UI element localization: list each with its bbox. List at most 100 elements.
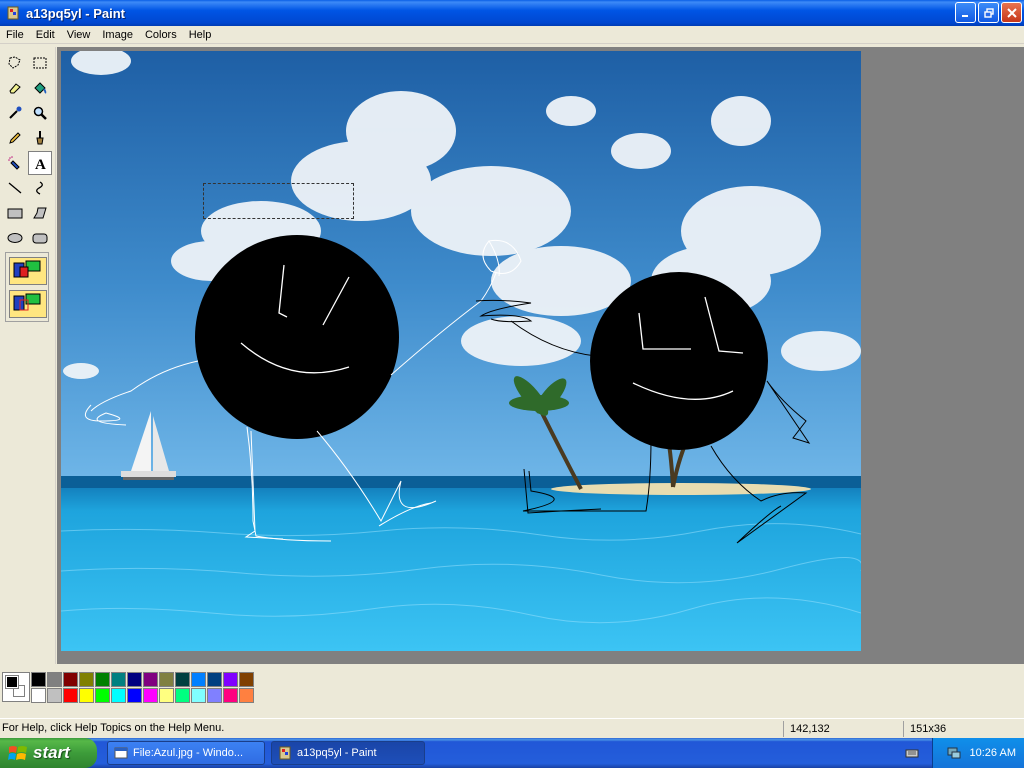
- color-swatch[interactable]: [191, 672, 206, 687]
- current-colors[interactable]: [2, 672, 30, 702]
- color-swatch[interactable]: [111, 688, 126, 703]
- ellipse-tool[interactable]: [3, 226, 27, 250]
- color-swatch[interactable]: [111, 672, 126, 687]
- opaque-background-option[interactable]: [9, 257, 47, 285]
- status-bar: For Help, click Help Topics on the Help …: [0, 718, 1024, 738]
- color-swatch[interactable]: [175, 672, 190, 687]
- color-swatch[interactable]: [207, 688, 222, 703]
- clock[interactable]: 10:26 AM: [970, 747, 1016, 759]
- color-swatch[interactable]: [223, 688, 238, 703]
- start-label: start: [33, 743, 70, 762]
- text-selection-box[interactable]: [203, 183, 354, 219]
- keyboard-icon[interactable]: [905, 746, 919, 760]
- color-swatch[interactable]: [127, 688, 142, 703]
- line-tool[interactable]: [3, 176, 27, 200]
- minimize-button[interactable]: [955, 2, 976, 23]
- airbrush-tool[interactable]: [3, 151, 27, 175]
- free-form-select-tool[interactable]: [3, 51, 27, 75]
- rounded-rectangle-icon: [32, 233, 48, 244]
- color-swatch[interactable]: [79, 672, 94, 687]
- airbrush-icon: [8, 156, 20, 170]
- window-title: a13pq5yl - Paint: [26, 5, 125, 21]
- text-a-icon: A: [35, 157, 46, 171]
- color-swatch[interactable]: [31, 688, 46, 703]
- close-icon: [1006, 7, 1017, 18]
- color-swatch[interactable]: [239, 672, 254, 687]
- magnifier-tool[interactable]: [28, 101, 52, 125]
- taskbar: start File:Azul.jpg - Windo... a13pq5yl …: [0, 738, 1024, 768]
- rounded-rectangle-tool[interactable]: [28, 226, 52, 250]
- canvas-workspace: [57, 47, 1024, 664]
- curve-icon: [36, 181, 43, 195]
- color-swatch[interactable]: [79, 688, 94, 703]
- menu-view[interactable]: View: [61, 29, 97, 41]
- color-swatch[interactable]: [143, 688, 158, 703]
- color-swatch[interactable]: [95, 672, 110, 687]
- foreground-color: [5, 675, 19, 689]
- start-button[interactable]: start: [0, 738, 97, 768]
- color-swatch[interactable]: [95, 688, 110, 703]
- color-swatch[interactable]: [63, 688, 78, 703]
- toolbox: A: [0, 47, 56, 664]
- tool-options: [5, 252, 49, 322]
- color-swatch[interactable]: [47, 688, 62, 703]
- taskbar-item-label: File:Azul.jpg - Windo...: [133, 747, 244, 759]
- fill-with-color-tool[interactable]: [28, 76, 52, 100]
- color-swatch[interactable]: [191, 688, 206, 703]
- text-tool[interactable]: A: [28, 151, 52, 175]
- select-tool[interactable]: [28, 51, 52, 75]
- free-form-select-icon: [8, 56, 21, 69]
- menu-edit[interactable]: Edit: [30, 29, 61, 41]
- color-swatch[interactable]: [207, 672, 222, 687]
- color-swatch[interactable]: [223, 672, 238, 687]
- pencil-tool[interactable]: [3, 126, 27, 150]
- eyedropper-icon: [9, 106, 22, 119]
- brush-icon: [36, 131, 44, 145]
- menu-help[interactable]: Help: [183, 29, 218, 41]
- minimize-icon: [961, 14, 968, 17]
- pick-color-tool[interactable]: [3, 101, 27, 125]
- color-swatch[interactable]: [239, 688, 254, 703]
- curve-tool[interactable]: [28, 176, 52, 200]
- svg-text:A: A: [35, 157, 46, 171]
- color-swatch[interactable]: [159, 672, 174, 687]
- transparent-background-option[interactable]: [9, 290, 47, 318]
- menu-image[interactable]: Image: [96, 29, 139, 41]
- taskbar-item-browser[interactable]: File:Azul.jpg - Windo...: [107, 741, 265, 765]
- system-tray: 10:26 AM: [932, 738, 1024, 768]
- paint-bucket-icon: [34, 82, 47, 94]
- color-swatch[interactable]: [31, 672, 46, 687]
- rectangle-tool[interactable]: [3, 201, 27, 225]
- transparent-option-icon: [13, 293, 41, 311]
- color-swatch[interactable]: [127, 672, 142, 687]
- menu-colors[interactable]: Colors: [139, 29, 183, 41]
- menu-file[interactable]: File: [0, 29, 30, 41]
- network-icon[interactable]: [946, 745, 962, 761]
- menu-bar: File Edit View Image Colors Help: [0, 26, 1024, 44]
- restore-button[interactable]: [978, 2, 999, 23]
- brush-tool[interactable]: [28, 126, 52, 150]
- color-swatch[interactable]: [175, 688, 190, 703]
- color-swatch[interactable]: [47, 672, 62, 687]
- select-icon: [33, 57, 47, 69]
- color-swatch[interactable]: [63, 672, 78, 687]
- windows-logo-icon: [8, 746, 27, 760]
- restore-icon: [983, 7, 994, 18]
- paint-app-icon: [279, 746, 291, 760]
- status-selection-size: 151x36: [903, 721, 1024, 737]
- color-palette: [31, 672, 255, 704]
- paint-app-icon: [7, 6, 19, 20]
- polygon-tool[interactable]: [28, 201, 52, 225]
- drawing-canvas[interactable]: [61, 51, 861, 651]
- beach-scene-image: [61, 51, 861, 651]
- color-swatch[interactable]: [143, 672, 158, 687]
- ellipse-icon: [7, 233, 23, 243]
- close-button[interactable]: [1001, 2, 1022, 23]
- color-swatch[interactable]: [159, 688, 174, 703]
- taskbar-item-paint[interactable]: a13pq5yl - Paint: [271, 741, 425, 765]
- opaque-option-icon: [13, 260, 41, 278]
- line-icon: [8, 182, 22, 194]
- eraser-tool[interactable]: [3, 76, 27, 100]
- title-bar[interactable]: a13pq5yl - Paint: [0, 0, 1024, 26]
- polygon-icon: [33, 207, 47, 219]
